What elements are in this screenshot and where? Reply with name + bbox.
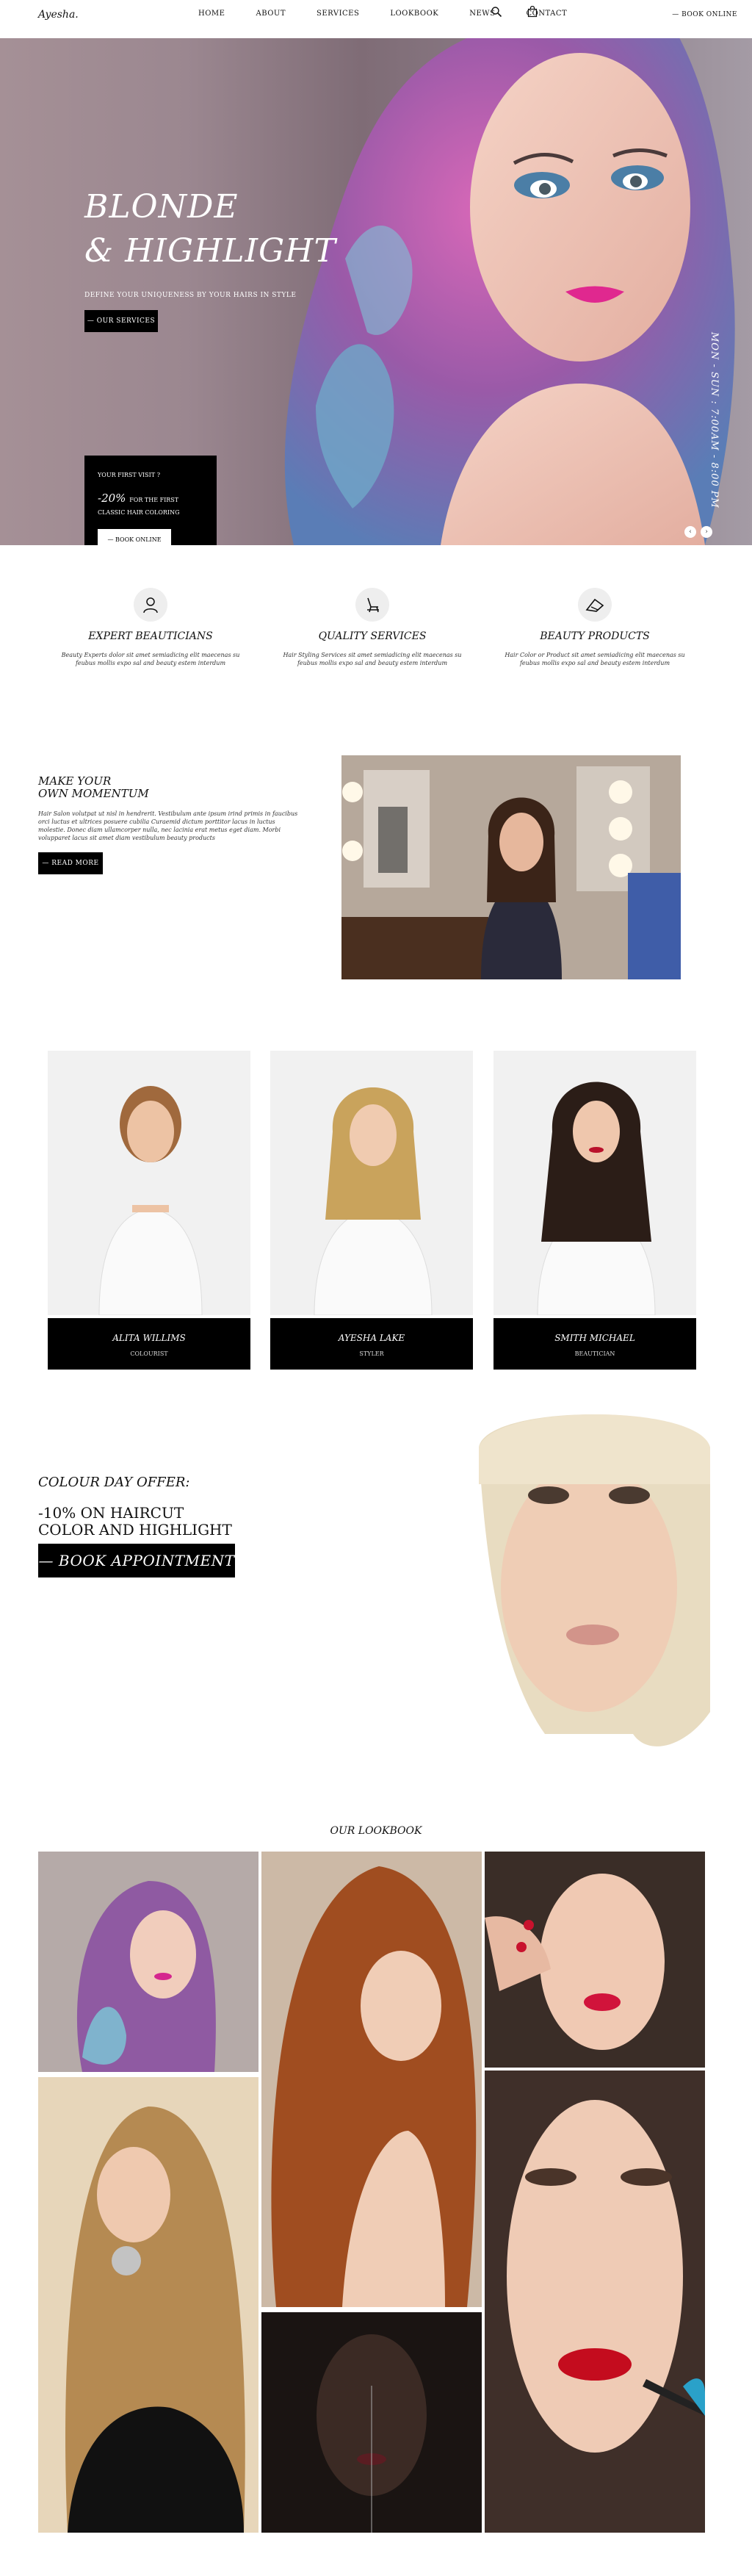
our-services-button[interactable]: — OUR SERVICES (84, 310, 158, 332)
lookbook-image[interactable] (38, 1852, 258, 2072)
feature-expert-beauticians: EXPERT BEAUTICIANS Beauty Experts dolor … (40, 588, 261, 667)
slider-next-button[interactable]: › (701, 526, 712, 538)
team-member-photo (48, 1051, 250, 1316)
team-member-name: Ayesha Lake (338, 1333, 405, 1343)
book-online-button[interactable]: — BOOK ONLINE (98, 529, 171, 545)
team-member-card[interactable]: Smith Michael BEAUTICIAN (494, 1051, 696, 1370)
team-member-role: COLOURIST (130, 1350, 168, 1357)
feature-text: Hair Color or Product sit amet semiadici… (505, 652, 685, 666)
slider-prev-button[interactable]: ‹ (684, 526, 696, 538)
team-member-photo (494, 1051, 696, 1316)
team-member-label: Smith Michael BEAUTICIAN (494, 1318, 696, 1370)
book-appointment-button[interactable]: — BOOK APPOINTMENT (38, 1544, 235, 1577)
book-online-link[interactable]: — BOOK ONLINE (672, 11, 737, 18)
shopping-bag-icon[interactable] (527, 6, 538, 18)
feature-text: Hair Styling Services sit amet semiadici… (283, 652, 462, 666)
team-member-photo (270, 1051, 473, 1316)
hero-banner: BLONDE & HIGHLIGHT DEFINE YOUR UNIQUENES… (0, 38, 752, 545)
site-logo[interactable]: Ayesha. (38, 9, 79, 21)
main-nav: HOME ABOUT SERVICES LOOKBOOK NEWS CONTAC… (198, 10, 598, 18)
offer-discount: -20% FOR THE FIRST (98, 492, 179, 505)
read-more-button[interactable]: — READ MORE (38, 852, 103, 874)
hero-subtitle: DEFINE YOUR UNIQUENESS BY YOUR HAIRS IN … (84, 292, 297, 299)
site-header: Ayesha. HOME ABOUT SERVICES LOOKBOOK NEW… (0, 0, 752, 38)
team-member-role: BEAUTICIAN (574, 1350, 615, 1357)
hero-model-image (284, 38, 735, 545)
team-member-card[interactable]: ALITA WILLIMS COLOURIST (48, 1051, 250, 1370)
lookbook-image[interactable] (261, 2312, 482, 2533)
first-visit-offer: YOUR FIRST VISIT ? -20% FOR THE FIRST CL… (84, 456, 217, 545)
lookbook-title: OUR LOOKBOOK (330, 1825, 422, 1837)
team-member-card[interactable]: Ayesha Lake STYLER (270, 1051, 473, 1370)
beautician-icon (134, 588, 167, 622)
feature-title: BEAUTY PRODUCTS (540, 630, 650, 642)
team-member-name: Smith Michael (554, 1333, 635, 1343)
nav-services[interactable]: SERVICES (317, 10, 359, 18)
team-member-role: STYLER (359, 1350, 384, 1357)
cosmetics-icon (578, 588, 612, 622)
team-member-label: ALITA WILLIMS COLOURIST (48, 1318, 250, 1370)
lookbook-image[interactable] (261, 1852, 482, 2307)
team-member-label: Ayesha Lake STYLER (270, 1318, 473, 1370)
header-icons (491, 6, 538, 18)
momentum-text: Hair Salon volutpat ut nisl in hendrerit… (38, 810, 298, 841)
feature-title: EXPERT BEAUTICIANS (88, 630, 213, 642)
lookbook-image[interactable] (485, 2070, 705, 2533)
search-icon[interactable] (491, 6, 502, 18)
momentum-title: MAKE YOUR OWN MOMENTUM (38, 774, 149, 800)
offer-first-visit: YOUR FIRST VISIT ? (98, 472, 160, 478)
nav-home[interactable]: HOME (198, 10, 225, 18)
hero-title: BLONDE & HIGHLIGHT (84, 188, 336, 270)
feature-beauty-products: BEAUTY PRODUCTS Hair Color or Product si… (485, 588, 705, 667)
team-member-name: ALITA WILLIMS (112, 1333, 186, 1343)
feature-quality-services: QUALITY SERVICES Hair Styling Services s… (262, 588, 482, 667)
colour-day-heading: COLOUR DAY OFFER: (38, 1475, 190, 1490)
lookbook-image[interactable] (38, 2077, 258, 2533)
feature-text: Beauty Experts dolor sit amet semiadicin… (61, 652, 240, 666)
nav-about[interactable]: ABOUT (256, 10, 286, 18)
colour-day-offer: -10% ON HAIRCUT COLOR AND HIGHLIGHT (38, 1504, 232, 1539)
nav-lookbook[interactable]: LOOKBOOK (390, 10, 438, 18)
lookbook-image[interactable] (485, 1852, 705, 2068)
slider-controls: ‹ › (684, 526, 712, 538)
feature-title: QUALITY SERVICES (318, 630, 427, 642)
salon-photo (341, 755, 681, 979)
offer-classic: CLASSIC HAIR COLORING (98, 509, 180, 516)
salon-chair-icon (355, 588, 389, 622)
blonde-model-image (464, 1403, 714, 1780)
opening-hours: MON - SUN : 7:00AM - 8:00 PM (709, 332, 720, 508)
